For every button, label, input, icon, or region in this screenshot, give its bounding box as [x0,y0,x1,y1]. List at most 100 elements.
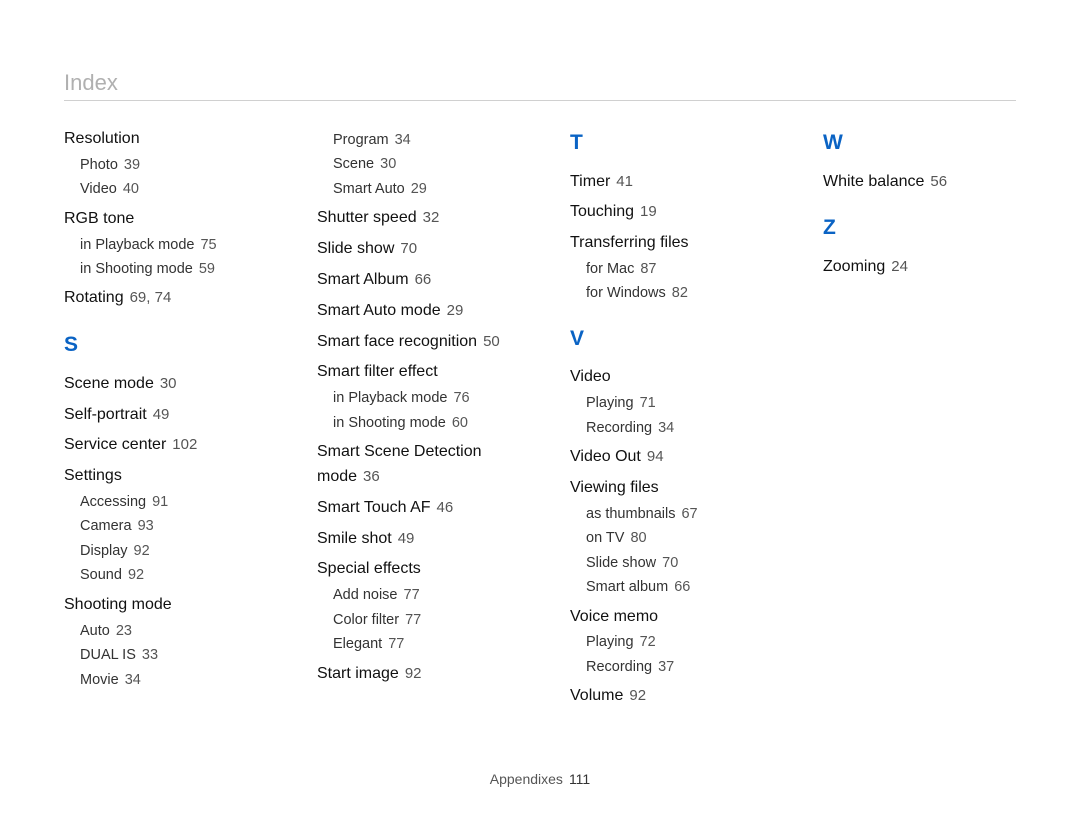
index-subentry[interactable]: Video40 [80,178,257,200]
index-subentry[interactable]: Accessing91 [80,491,257,513]
index-subentry[interactable]: Smart album66 [586,576,763,598]
index-topic: Shutter speed32 [317,206,510,231]
index-subentry[interactable]: Movie34 [80,669,257,691]
index-subentry[interactable]: Photo39 [80,154,257,176]
index-subentry[interactable]: Auto23 [80,620,257,642]
index-subentry-pages: 77 [405,612,421,628]
index-entry[interactable]: Video Out94 [570,445,763,470]
index-entry-title: Shooting mode [64,596,172,613]
index-subentry-pages: 34 [125,672,141,688]
index-subentry-label: Display [80,543,128,559]
index-section-letter: T [570,127,763,160]
index-section-letter: W [823,127,1016,160]
index-entry[interactable]: Touching19 [570,200,763,225]
index-subentry[interactable]: Camera93 [80,515,257,537]
index-subentry[interactable]: Smart Auto29 [333,178,510,200]
index-topic: Transferring filesfor Mac87for Windows82 [570,231,763,305]
index-subentry[interactable]: Scene30 [333,153,510,175]
index-subentry[interactable]: Recording37 [586,656,763,678]
index-subentry[interactable]: Display 92 [80,540,257,562]
index-subentry-pages: 77 [404,587,420,603]
index-entry-pages: 29 [447,302,464,319]
index-entry[interactable]: Smart Album66 [317,268,510,293]
index-topic: Start image92 [317,662,510,687]
index-subentry-label: Smart album [586,579,668,595]
index-entry[interactable]: Viewing files [570,476,763,501]
index-entry[interactable]: Rotating69, 74 [64,286,257,311]
index-subentry-label: for Mac [586,261,634,277]
index-subentry-label: Program [333,132,389,148]
index-entry[interactable]: Slide show70 [317,237,510,262]
index-subentry-pages: 39 [124,157,140,173]
index-topic: Service center102 [64,433,257,458]
index-entry[interactable]: Shutter speed32 [317,206,510,231]
index-subentry[interactable]: in Playback mode76 [333,387,510,409]
index-topic: Shooting mode Auto23DUAL IS33 Movie34 [64,593,257,691]
index-entry[interactable]: Shooting mode [64,593,257,618]
index-entry[interactable]: Video [570,365,763,390]
index-subentry[interactable]: in Shooting mode59 [80,258,257,280]
index-topic: Smile shot49 [317,527,510,552]
index-entry[interactable]: Smart filter effect [317,360,510,385]
index-entry-pages: 94 [647,448,664,465]
index-entry-pages: 24 [891,258,908,275]
index-entry-title: RGB tone [64,210,134,227]
index-entry[interactable]: Voice memo [570,605,763,630]
index-entry[interactable]: White balance56 [823,170,1016,195]
page: Index ResolutionPhoto39Video40RGB tonein… [0,0,1080,815]
index-entry-pages: 56 [930,173,947,190]
index-subentry[interactable]: for Windows82 [586,282,763,304]
index-subentry-pages: 60 [452,415,468,431]
index-subentry[interactable]: Recording34 [586,417,763,439]
index-entry[interactable]: Smart Scene Detection mode36 [317,440,510,490]
index-subentry-pages: 29 [411,181,427,197]
index-column: Program34Scene30 Smart Auto29 Shutter spee… [317,127,510,715]
index-subentry[interactable]: Elegant77 [333,633,510,655]
index-subentry[interactable]: on TV80 [586,527,763,549]
index-subentry[interactable]: as thumbnails67 [586,503,763,525]
index-subentry-pages: 72 [640,634,656,650]
index-entry[interactable]: Smart Touch AF46 [317,496,510,521]
index-subentry[interactable]: DUAL IS33 [80,644,257,666]
index-subentry-pages: 59 [199,261,215,277]
index-entry[interactable]: Special effects [317,557,510,582]
index-subentry-label: Slide show [586,555,656,571]
index-subentry-pages: 91 [152,494,168,510]
index-entry[interactable]: Smart Auto mode29 [317,299,510,324]
index-entry[interactable]: Settings [64,464,257,489]
index-entry-pages: 69, 74 [130,289,172,306]
index-topic: Special effectsAdd noise77 Color filter77… [317,557,510,655]
index-subentry-pages: 93 [138,518,154,534]
index-entry[interactable]: Resolution [64,127,257,152]
index-subentry-label: Auto [80,623,110,639]
index-entry[interactable]: Zooming24 [823,255,1016,280]
index-column: TTimer41Touching19Transferring filesfor … [570,127,763,715]
index-entry-pages: 49 [398,530,415,547]
index-entry[interactable]: Service center102 [64,433,257,458]
index-entry[interactable]: Self-portrait49 [64,403,257,428]
index-entry-title: Smart filter effect [317,363,438,380]
index-subentry[interactable]: Sound92 [80,564,257,586]
index-subentry[interactable]: Color filter77 [333,609,510,631]
index-subentry[interactable]: in Shooting mode60 [333,412,510,434]
index-subentry[interactable]: Playing 72 [586,631,763,653]
index-entry[interactable]: Transferring files [570,231,763,256]
index-entry[interactable]: Volume92 [570,684,763,709]
index-subentry[interactable]: Slide show70 [586,552,763,574]
index-subentry-pages: 82 [672,285,688,301]
index-entry[interactable]: Start image92 [317,662,510,687]
index-subentry[interactable]: Playing71 [586,392,763,414]
index-subentry-pages: 77 [388,636,404,652]
index-subentry[interactable]: Program34 [333,129,510,151]
index-entry[interactable]: Timer41 [570,170,763,195]
index-subentry-pages: 92 [134,543,150,559]
index-entry[interactable]: Smart face recognition50 [317,330,510,355]
index-subentry[interactable]: in Playback mode75 [80,234,257,256]
index-subentry[interactable]: Add noise77 [333,584,510,606]
index-section-letter: Z [823,212,1016,245]
index-subentry[interactable]: for Mac87 [586,258,763,280]
index-entry[interactable]: Smile shot49 [317,527,510,552]
index-entry[interactable]: Scene mode30 [64,372,257,397]
index-subentry-label: Playing [586,634,634,650]
index-entry[interactable]: RGB tone [64,207,257,232]
